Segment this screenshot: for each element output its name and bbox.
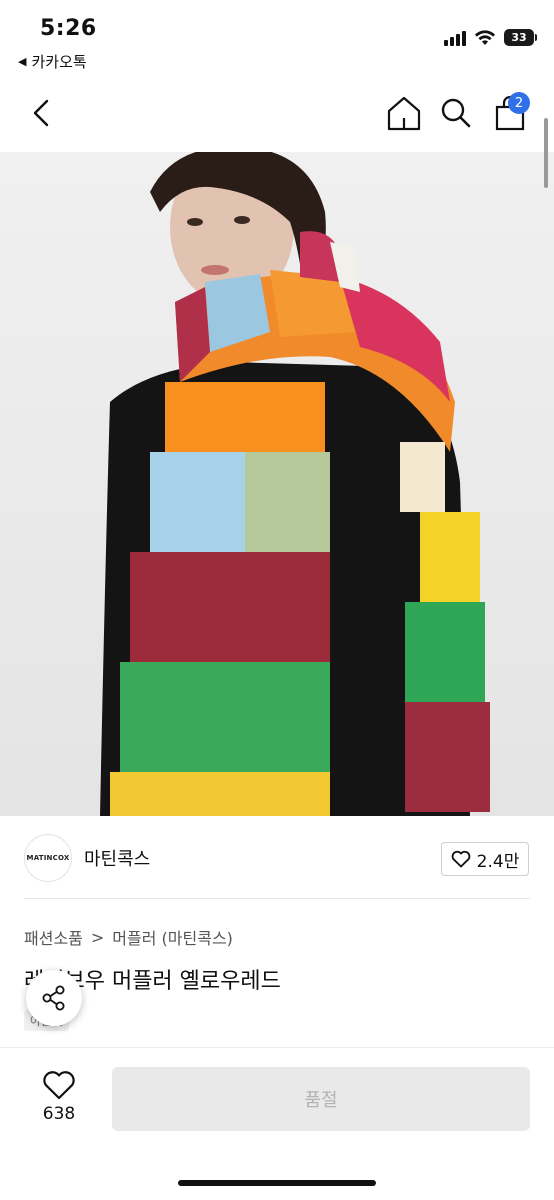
breadcrumb-item-subcategory[interactable]: 머플러 (마틴콕스) [112, 925, 233, 949]
share-icon [42, 985, 65, 1011]
section-divider [24, 898, 530, 899]
wishlist-heart-icon[interactable] [42, 1069, 76, 1101]
seller-logo[interactable]: MATINCOX [24, 834, 72, 882]
wifi-icon [475, 29, 495, 45]
seller-like-count: 2.4만 [476, 851, 520, 872]
breadcrumb-item-category[interactable]: 패션소품 [24, 925, 83, 949]
seller-name[interactable]: 마틴콕스 [84, 845, 150, 871]
breadcrumb: 패션소품 > 머플러 (마틴콕스) [24, 925, 233, 949]
heart-outline-icon [451, 850, 470, 868]
status-bar: 5:26 ◀ 카카오톡 33 [0, 0, 554, 76]
share-button[interactable] [26, 970, 82, 1026]
search-icon[interactable] [436, 94, 476, 132]
cellular-signal-icon [444, 30, 466, 46]
status-time: 5:26 [40, 16, 97, 41]
breadcrumb-separator: > [90, 927, 105, 947]
home-icon[interactable] [384, 94, 424, 132]
back-chevron-icon[interactable] [24, 95, 60, 131]
seller-row[interactable]: MATINCOX 마틴콕스 2.4만 [0, 826, 554, 890]
product-detail-page: 5:26 ◀ 카카오톡 33 2 MATINCOX 마틴콕스 2.4만 패션소품… [0, 0, 554, 1200]
home-indicator [178, 1180, 376, 1186]
back-to-app-link[interactable]: ◀ 카카오톡 [18, 51, 87, 72]
product-photo-illustration [0, 152, 554, 816]
wishlist-count: 638 [42, 1104, 76, 1124]
top-nav [0, 82, 554, 144]
scroll-indicator [544, 118, 548, 188]
battery-indicator: 33 [504, 29, 537, 46]
cart-count-badge: 2 [508, 92, 530, 114]
sold-out-button[interactable]: 품절 [112, 1067, 530, 1131]
back-app-label: 카카오톡 [31, 53, 87, 71]
product-image[interactable] [0, 152, 554, 816]
status-icons: 33 [444, 29, 537, 46]
seller-like-button[interactable]: 2.4만 [441, 842, 529, 876]
back-triangle-icon: ◀ [18, 55, 27, 68]
